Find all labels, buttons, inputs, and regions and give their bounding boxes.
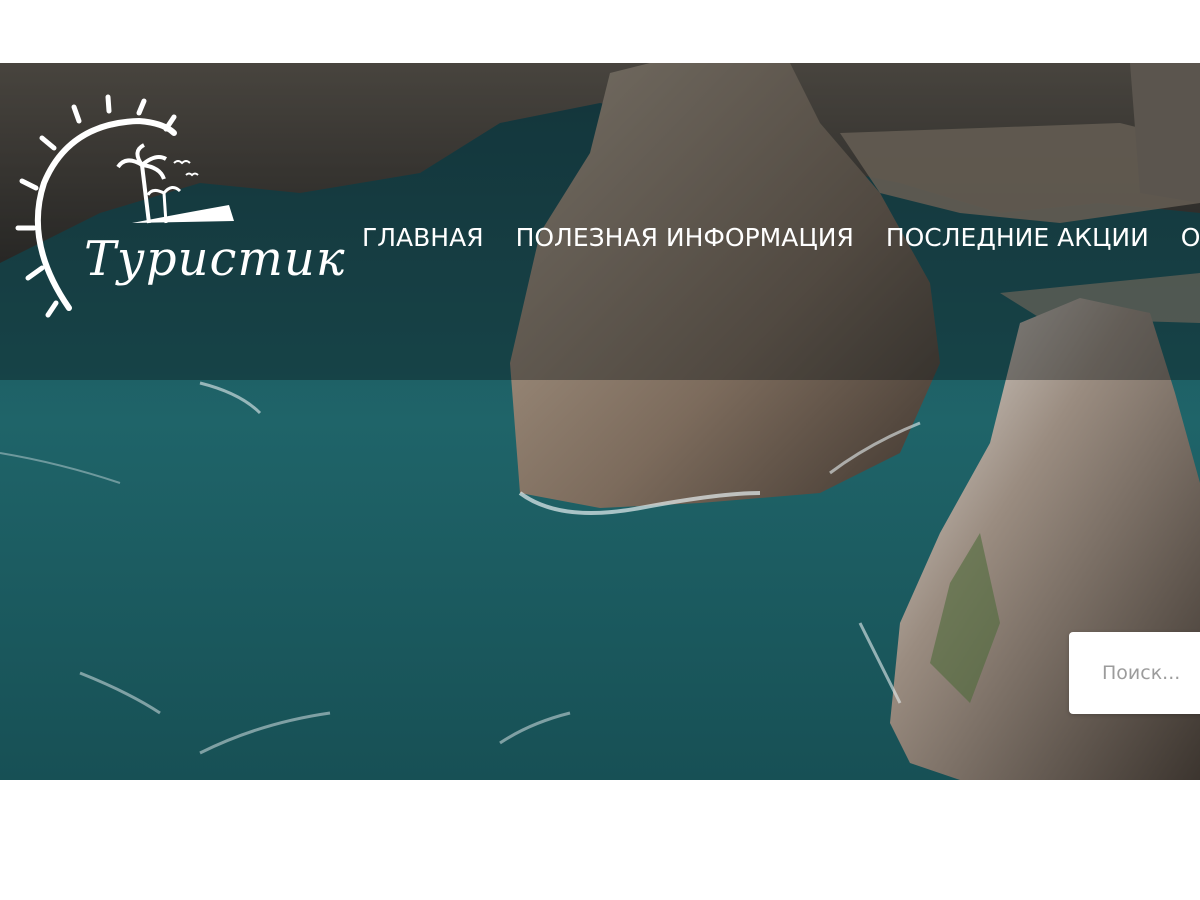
nav-item-about[interactable]: О С: [1181, 218, 1200, 258]
nav-item-useful-info[interactable]: ПОЛЕЗНАЯ ИНФОРМАЦИЯ: [516, 218, 854, 258]
hero-banner: Туристик ГЛАВНАЯ ПОЛЕЗНАЯ ИНФОРМАЦИЯ ПОС…: [0, 63, 1200, 780]
main-navigation: ГЛАВНАЯ ПОЛЕЗНАЯ ИНФОРМАЦИЯ ПОСЛЕДНИЕ АК…: [362, 218, 1200, 258]
nav-item-latest-promotions[interactable]: ПОСЛЕДНИЕ АКЦИИ: [886, 218, 1149, 258]
nav-item-home[interactable]: ГЛАВНАЯ: [362, 218, 484, 258]
search-box: [1069, 632, 1200, 714]
sun-palm-logo-icon: [15, 94, 234, 318]
logo-text: Туристик: [84, 231, 346, 287]
page: Туристик ГЛАВНАЯ ПОЛЕЗНАЯ ИНФОРМАЦИЯ ПОС…: [0, 0, 1200, 900]
site-logo[interactable]: Туристик: [14, 93, 344, 323]
search-input[interactable]: [1069, 632, 1200, 714]
